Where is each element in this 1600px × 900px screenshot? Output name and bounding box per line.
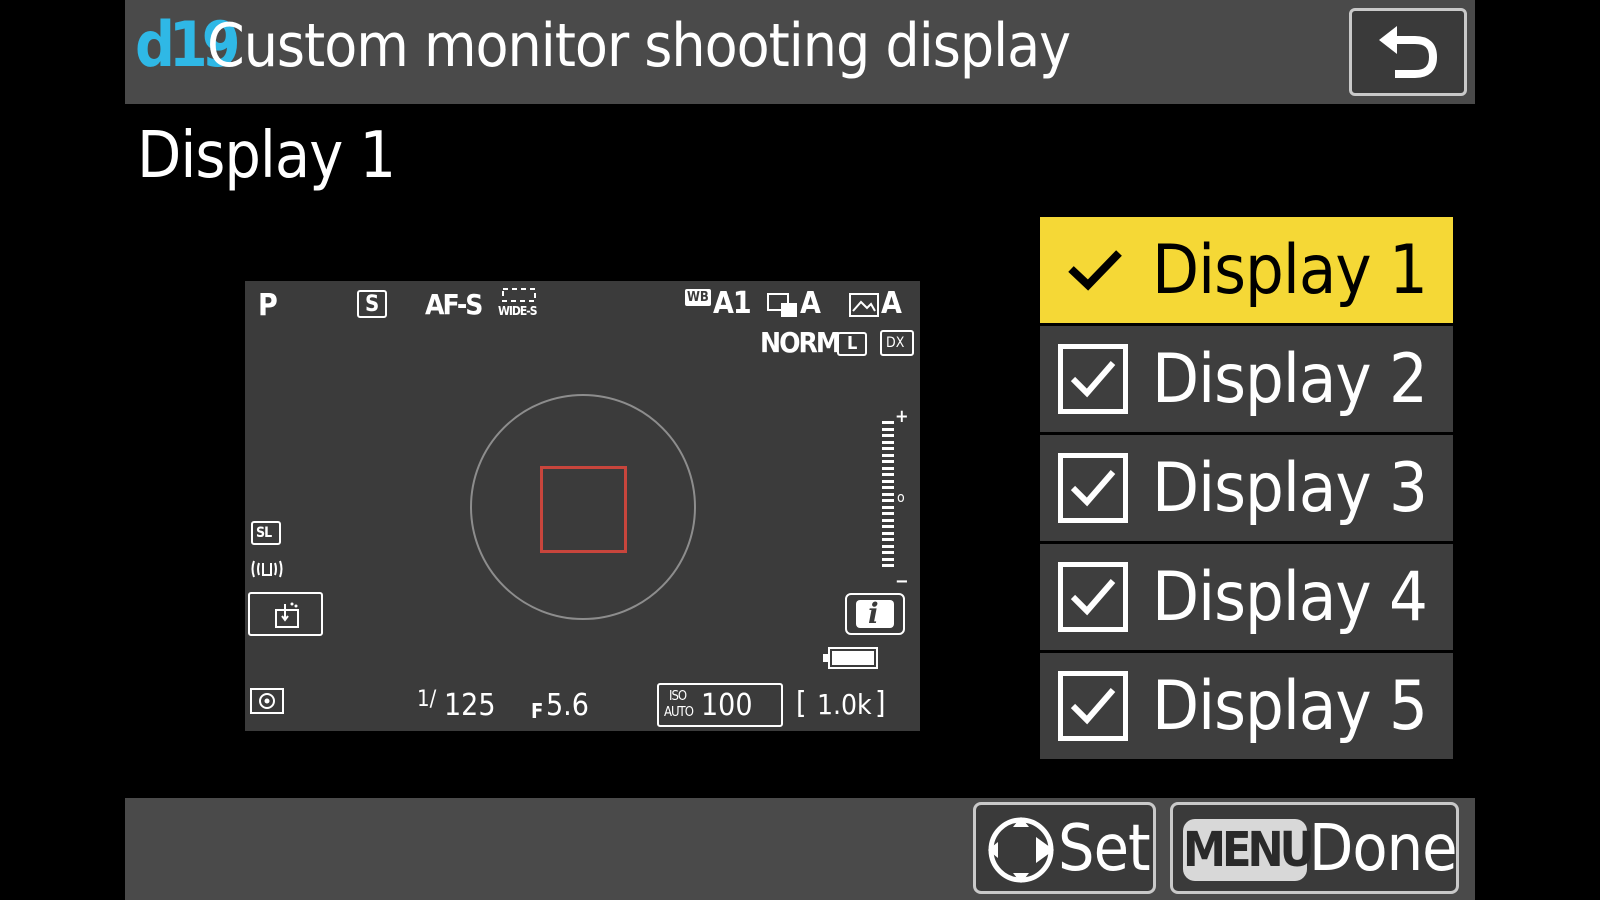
list-item-label: Display 3 (1152, 449, 1428, 528)
picture-control-icon (767, 293, 797, 317)
display-option-list: Display 1 Display 2 Display 3 Display 4 (1040, 217, 1453, 762)
done-label: Done (1309, 812, 1457, 886)
vibration-reduction-icon (251, 560, 283, 578)
shutter-prefix: 1/ (417, 687, 437, 712)
info-button[interactable]: i (845, 593, 905, 635)
exposure-zero-icon: o (897, 490, 905, 506)
menu-badge: MENU (1183, 819, 1315, 881)
shutter-speed: 125 (444, 688, 496, 723)
shooting-display-preview: P S AF-S WIDE-S WB A1 A A NORM L DX + o … (245, 281, 920, 731)
list-item-display-5[interactable]: Display 5 (1040, 653, 1453, 759)
release-mode-indicator: S (357, 290, 387, 318)
bracket-left: [ (796, 686, 807, 721)
list-item-display-2[interactable]: Display 2 (1040, 326, 1453, 432)
list-item-display-1[interactable]: Display 1 (1040, 217, 1453, 323)
active-d-lighting-icon (849, 293, 879, 317)
af-mode: AF-S (425, 288, 483, 321)
set-label: Set (1058, 812, 1151, 886)
footer-bar: Set MENU Done (125, 798, 1475, 900)
checkmark-icon (1068, 250, 1122, 291)
current-setting-label: Display 1 (137, 119, 396, 193)
exposure-plus-icon: + (895, 406, 909, 427)
exposure-mode: P (258, 288, 278, 323)
list-item-display-3[interactable]: Display 3 (1040, 435, 1453, 541)
list-item-label: Display 1 (1152, 231, 1428, 310)
page-title: Custom monitor shooting display (207, 11, 1071, 81)
exposure-indicator (882, 421, 896, 581)
af-area-mode: WIDE-S (498, 304, 538, 318)
touch-shutter-button[interactable] (248, 592, 323, 636)
active-d-lighting-value: A (881, 286, 902, 321)
image-area-indicator: DX (880, 330, 914, 356)
exposure-minus-icon: − (895, 571, 909, 592)
wb-badge: WB (685, 289, 711, 306)
back-arrow-icon (1379, 26, 1438, 78)
checkbox-icon[interactable] (1058, 562, 1128, 632)
title-bar: d19 Custom monitor shooting display (125, 0, 1475, 104)
checkbox-icon[interactable] (1058, 453, 1128, 523)
shots-remaining: 1.0k (817, 688, 872, 721)
touch-shutter-icon (275, 602, 299, 628)
list-item-display-4[interactable]: Display 4 (1040, 544, 1453, 650)
checkmark-icon (1070, 361, 1116, 398)
multi-selector-icon (988, 817, 1054, 883)
aperture-prefix: F (531, 699, 544, 723)
image-size-indicator: L (837, 332, 867, 356)
bracket-right: ] (875, 686, 886, 721)
back-button[interactable] (1349, 8, 1467, 96)
list-item-label: Display 5 (1152, 667, 1428, 746)
checkbox-icon[interactable] (1058, 671, 1128, 741)
white-balance-value: A1 (713, 286, 752, 321)
aperture-value: 5.6 (546, 688, 589, 723)
metering-icon (250, 688, 284, 714)
focus-point (540, 466, 627, 553)
checkmark-icon (1070, 688, 1116, 725)
list-item-label: Display 4 (1152, 558, 1428, 637)
checkmark-icon (1070, 579, 1116, 616)
done-button[interactable]: MENU Done (1170, 802, 1459, 894)
battery-icon (823, 647, 878, 669)
checkbox-icon[interactable] (1058, 344, 1128, 414)
iso-indicator: ISO AUTO 100 (657, 683, 783, 727)
list-item-label: Display 2 (1152, 340, 1428, 419)
set-button[interactable]: Set (973, 802, 1156, 894)
af-area-icon (502, 288, 536, 302)
picture-control-value: A (800, 286, 821, 321)
vr-indicator: SL (251, 521, 281, 545)
checkmark-icon (1070, 470, 1116, 507)
image-quality: NORM (760, 326, 841, 359)
